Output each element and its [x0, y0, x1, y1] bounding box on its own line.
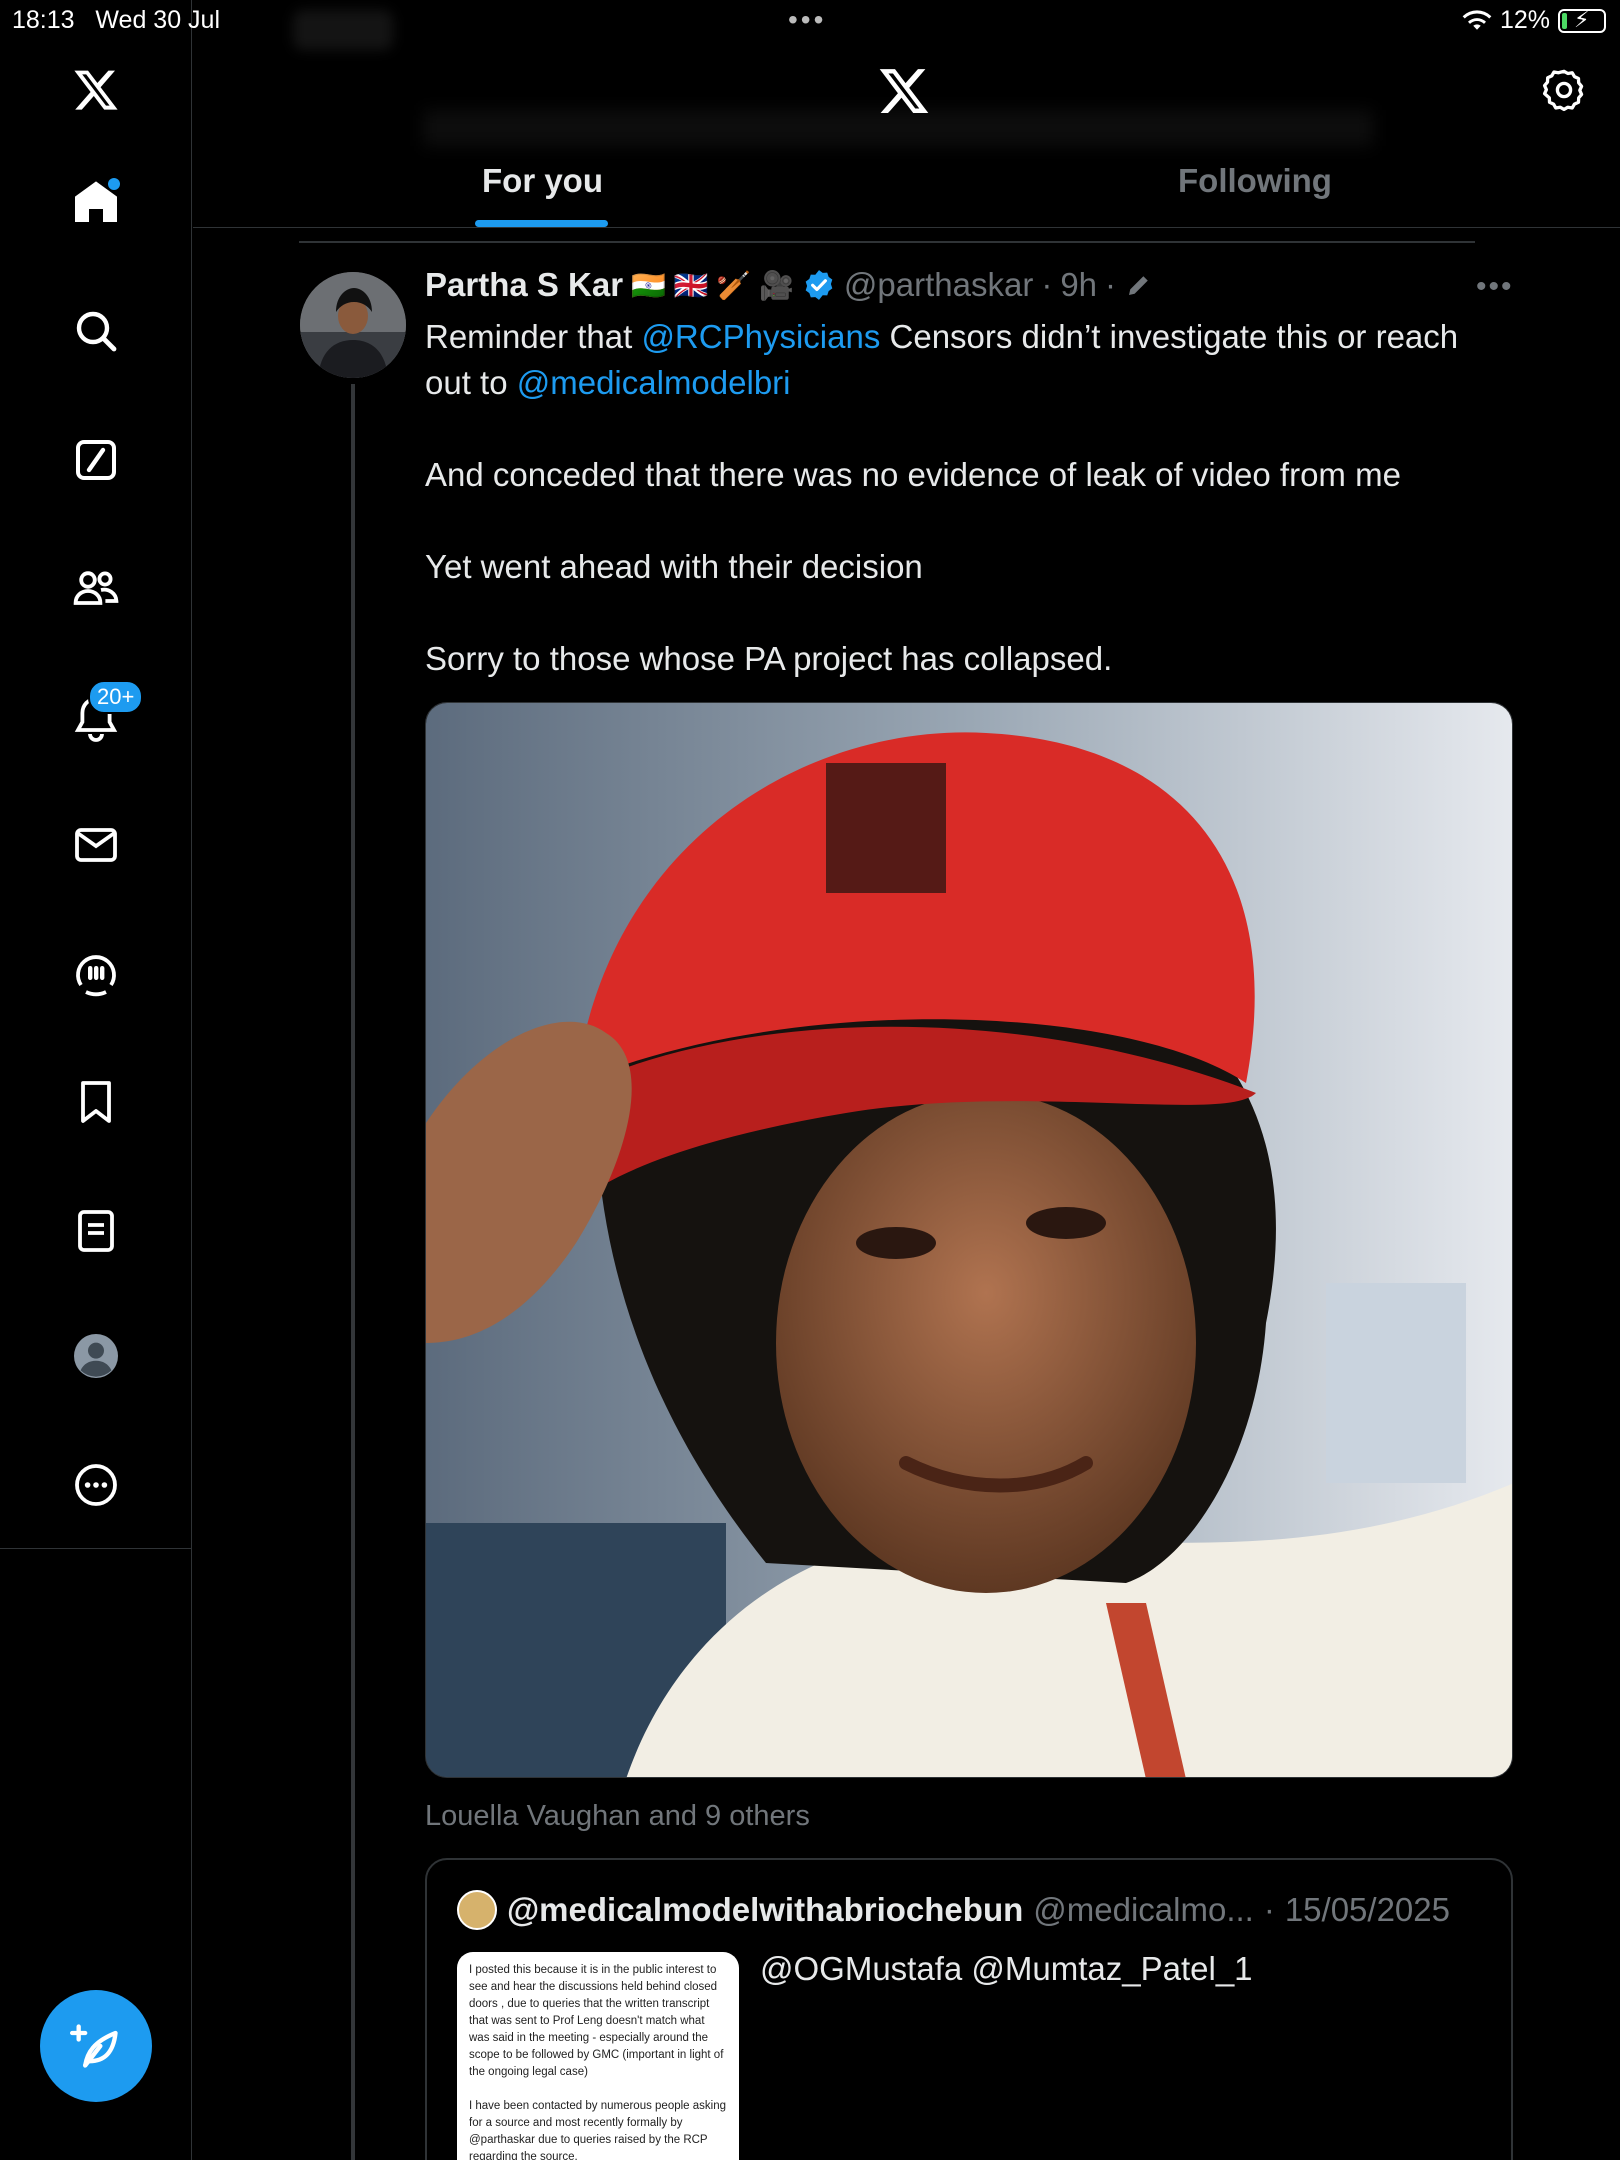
- thread-line: [351, 384, 355, 2160]
- gear-icon: [1542, 69, 1584, 112]
- mention-link[interactable]: @medicalmodelbri: [517, 364, 791, 401]
- mention-link[interactable]: @RCPhysicians: [641, 318, 880, 355]
- status-right: 12% ⚡: [1462, 6, 1606, 35]
- tweet-photo[interactable]: [425, 702, 1513, 1778]
- quote-header: @medicalmodelwithabriochebun @medicalmo.…: [457, 1890, 1450, 1930]
- tweet-more-button[interactable]: •••: [1476, 270, 1514, 304]
- compose-button[interactable]: [40, 1990, 152, 2102]
- status-bar: 18:13 Wed 30 Jul ••• 12% ⚡: [0, 0, 1620, 40]
- liked-by-text[interactable]: Louella Vaughan and 9 others: [425, 1800, 810, 1833]
- unread-dot: [108, 178, 120, 190]
- quote-text: @OGMustafa @Mumtaz_Patel_1: [760, 1950, 1253, 1987]
- grok-icon: [76, 440, 116, 480]
- avatar: [457, 1890, 497, 1930]
- sidebar-item-spaces[interactable]: [66, 944, 126, 1004]
- quoted-tweet[interactable]: @medicalmodelwithabriochebun @medicalmo.…: [425, 1858, 1513, 2160]
- tweet-text: Reminder that @RCPhysicians Censors didn…: [425, 314, 1505, 682]
- tweet-paragraph: Sorry to those whose PA project has coll…: [425, 640, 1113, 677]
- tab-following[interactable]: Following: [1178, 162, 1332, 200]
- bookmark-icon: [81, 1081, 111, 1123]
- more-circle-icon: [75, 1464, 117, 1506]
- battery-percent: 12%: [1499, 6, 1550, 34]
- mail-icon: [75, 828, 117, 862]
- quote-author-name: @medicalmodelwithabriochebun: [507, 1891, 1024, 1928]
- tab-for-you[interactable]: For you: [482, 162, 603, 200]
- sidebar-item-explore[interactable]: [66, 301, 126, 361]
- sidebar-item-grok[interactable]: [66, 430, 126, 490]
- search-icon: [76, 311, 117, 352]
- sidebar-item-lists[interactable]: [66, 1201, 126, 1261]
- sidebar-item-bookmarks[interactable]: [66, 1072, 126, 1132]
- tweet-paragraph: And conceded that there was no evidence …: [425, 456, 1401, 493]
- x-logo-icon[interactable]: [877, 64, 931, 123]
- sidebar-item-home[interactable]: [66, 172, 126, 232]
- author-emojis: 🇮🇳 🇬🇧 🏏 🎥: [631, 269, 794, 301]
- timeline-divider: [299, 241, 1475, 243]
- battery-icon: ⚡: [1558, 7, 1606, 33]
- tweet-time[interactable]: 9h: [1060, 266, 1097, 304]
- list-icon: [78, 1210, 114, 1252]
- sidebar-item-communities[interactable]: [66, 558, 126, 618]
- sidebar-item-more[interactable]: [66, 1455, 126, 1515]
- notification-count-badge: 20+: [88, 680, 144, 714]
- tweet-paragraph: Reminder that @RCPhysicians Censors didn…: [425, 318, 1459, 401]
- quote-thumbnail: I posted this because it is in the publi…: [457, 1952, 739, 2160]
- quote-date: 15/05/2025: [1284, 1891, 1450, 1928]
- quote-author-handle: @medicalmo...: [1033, 1891, 1254, 1928]
- sidebar: 20+: [0, 0, 192, 2160]
- quote-thumbnail-text: I posted this because it is in the publi…: [469, 1964, 724, 2078]
- edited-pencil-icon: [1129, 276, 1148, 295]
- avatar[interactable]: [300, 272, 406, 378]
- sidebar-divider: [0, 1548, 192, 1549]
- sidebar-item-profile[interactable]: [66, 1326, 126, 1386]
- active-tab-indicator: [475, 220, 608, 227]
- author-name[interactable]: Partha S Kar: [425, 266, 623, 304]
- spaces-icon: [76, 955, 116, 997]
- sidebar-item-messages[interactable]: [66, 815, 126, 875]
- x-logo-icon[interactable]: [66, 60, 126, 120]
- profile-icon: [74, 1334, 118, 1378]
- sidebar-item-notifications[interactable]: 20+: [66, 680, 144, 748]
- wifi-icon: [1462, 9, 1492, 30]
- communities-icon: [73, 571, 119, 605]
- settings-button[interactable]: [1542, 68, 1586, 117]
- author-handle[interactable]: @parthaskar: [844, 266, 1033, 304]
- tweet-paragraph: Yet went ahead with their decision: [425, 548, 923, 585]
- compose-icon: [70, 2024, 118, 2068]
- tweet-header: Partha S Kar 🇮🇳 🇬🇧 🏏 🎥 @parthaskar · 9h …: [425, 266, 1154, 304]
- quote-thumbnail-text: I have been contacted by numerous people…: [469, 2100, 727, 2160]
- verified-badge-icon: [805, 270, 833, 300]
- status-time: 18:13 Wed 30 Jul: [12, 6, 221, 34]
- multitasking-dots-icon[interactable]: •••: [788, 4, 826, 36]
